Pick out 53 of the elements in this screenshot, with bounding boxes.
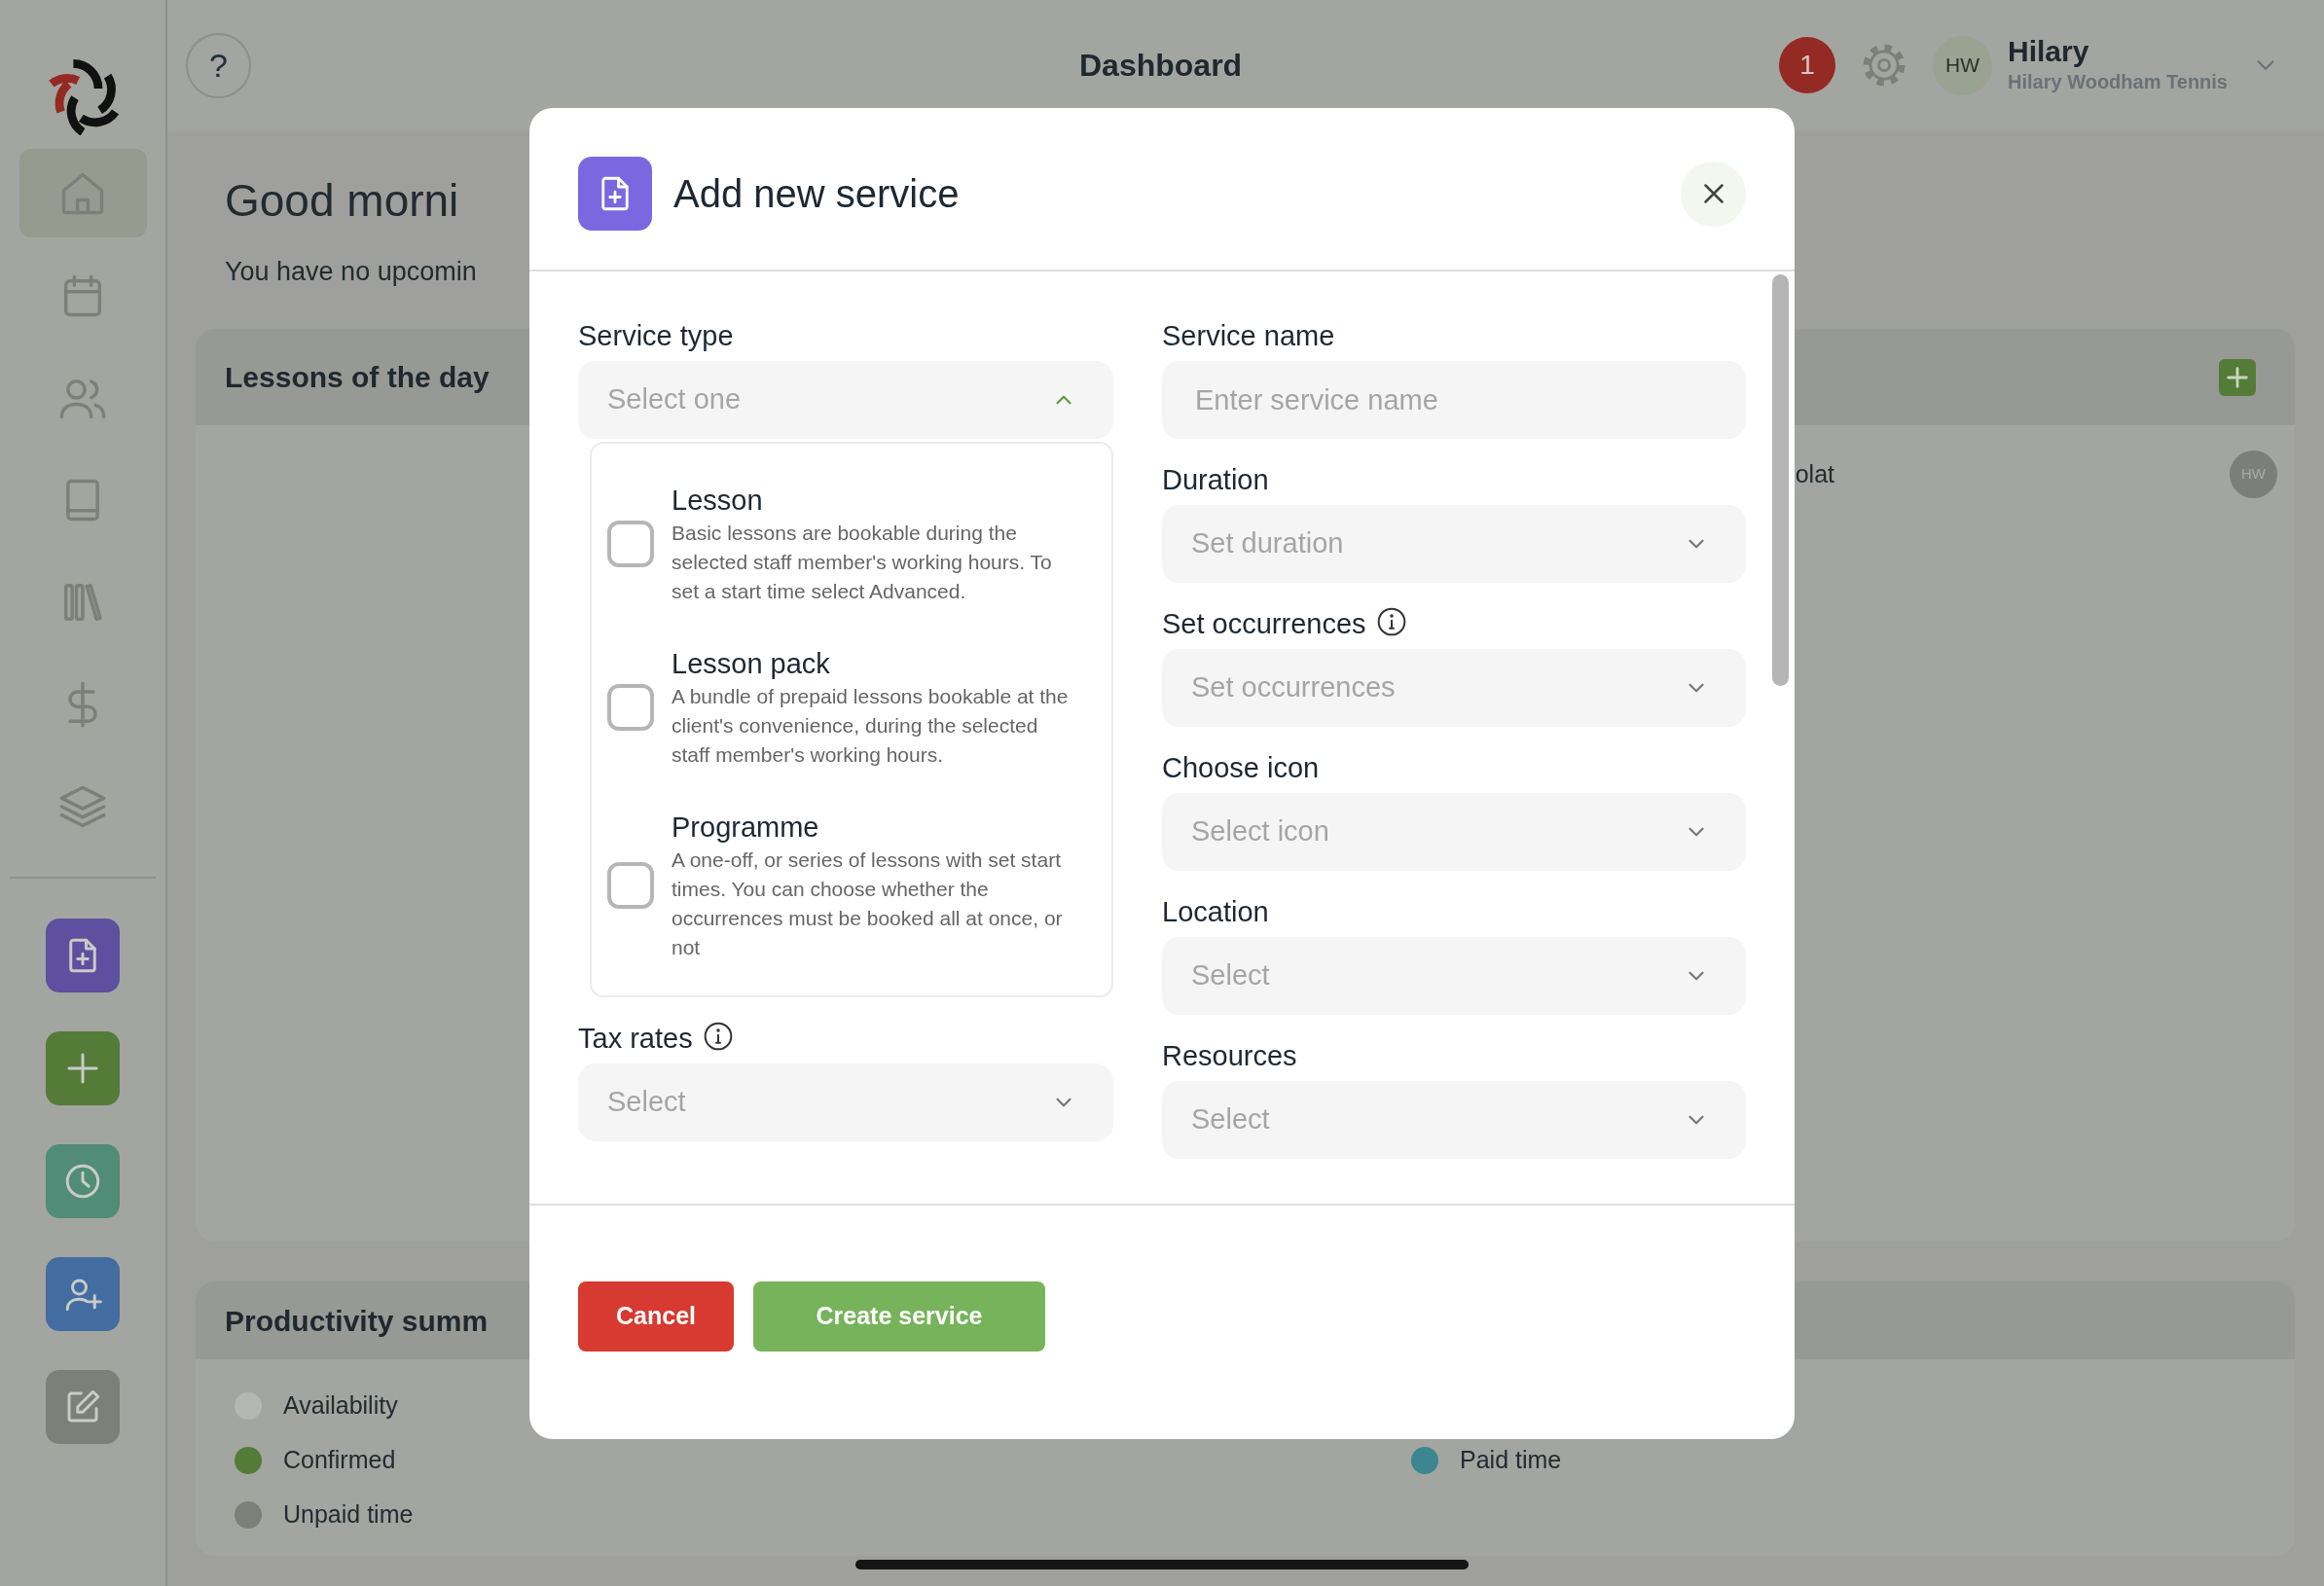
- info-icon: [702, 1021, 734, 1052]
- greeting-heading: Good morni: [225, 174, 459, 228]
- option-description: Basic lessons are bookable during the selected staff member's working hours. To set a start time select Advanced.: [672, 521, 1053, 604]
- select-field[interactable]: Select icon: [1162, 793, 1746, 871]
- card-title: Lessons of the day: [225, 360, 490, 395]
- user-avatar[interactable]: HW: [1933, 35, 1993, 95]
- quick-action-button[interactable]: [46, 919, 120, 992]
- create-button[interactable]: Create service: [753, 1281, 1045, 1352]
- cancel-button[interactable]: Cancel: [578, 1281, 734, 1352]
- legend-label: Confirmed: [283, 1445, 396, 1476]
- select-field[interactable]: Select: [578, 1063, 1113, 1141]
- option-description: A one-off, or series of lessons with set start times. You can choose whether the occurrences must be booked all at once, or not: [672, 847, 1064, 960]
- modal-title: Add new service: [673, 171, 960, 217]
- help-button[interactable]: ?: [186, 32, 251, 98]
- field-label: Duration: [1162, 463, 1269, 497]
- page-title: Dashboard: [1079, 47, 1243, 85]
- option-title: Lesson: [672, 484, 764, 518]
- quick-action-button[interactable]: [46, 1257, 120, 1331]
- option-title: Programme: [672, 811, 820, 845]
- select-field[interactable]: Set occurrences: [1162, 649, 1746, 727]
- info-icon: [1375, 606, 1407, 637]
- field-label: Service name: [1162, 319, 1335, 353]
- legend-label: Paid time: [1460, 1445, 1562, 1476]
- add-button[interactable]: [2219, 358, 2256, 396]
- legend-label: Availability: [283, 1390, 398, 1422]
- field-label: Resources: [1162, 1039, 1297, 1073]
- scrollbar-thumb[interactable]: [1772, 274, 1789, 686]
- nav-item[interactable]: [18, 149, 147, 237]
- lesson-text: olat: [1795, 458, 1834, 489]
- quick-action-button[interactable]: [46, 1144, 120, 1218]
- checkbox[interactable]: [607, 862, 654, 909]
- card-title: Productivity summ: [225, 1303, 489, 1339]
- field-label: Set occurrences: [1162, 604, 1407, 643]
- field-label: Tax rates: [578, 1019, 734, 1058]
- service-name-input[interactable]: Enter service name: [1162, 361, 1746, 439]
- field-label: Location: [1162, 895, 1269, 929]
- subtitle-text: You have no upcomin: [225, 256, 477, 288]
- field-label: Service type: [578, 319, 734, 353]
- legend-label: Unpaid time: [283, 1499, 414, 1531]
- checkbox[interactable]: [607, 521, 654, 567]
- checkbox[interactable]: [607, 684, 654, 731]
- notification-badge[interactable]: 1: [1779, 37, 1836, 93]
- business-name: Hilary Woodham Tennis: [2008, 69, 2228, 94]
- quick-action-button[interactable]: [46, 1370, 120, 1444]
- option-description: A bundle of prepaid lessons bookable at the client's convenience, during the selected staff member's working hours.: [672, 684, 1070, 768]
- select-field[interactable]: Set duration: [1162, 505, 1746, 583]
- select-field[interactable]: Select: [1162, 1081, 1746, 1159]
- field-label: Choose icon: [1162, 751, 1320, 785]
- option-title: Lesson pack: [672, 647, 831, 681]
- quick-action-button[interactable]: [46, 1031, 120, 1105]
- select-field[interactable]: Select: [1162, 937, 1746, 1015]
- user-name: Hilary: [2008, 34, 2090, 67]
- select-field[interactable]: Select one: [578, 361, 1113, 439]
